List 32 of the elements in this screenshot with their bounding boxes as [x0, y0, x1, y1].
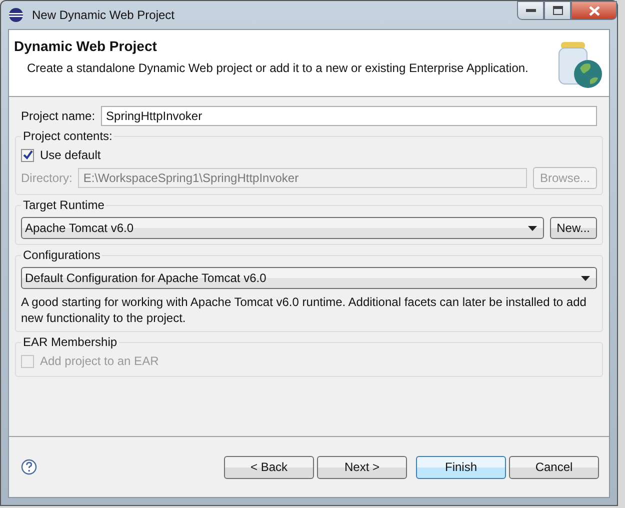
minimize-icon — [526, 8, 536, 12]
checkbox[interactable] — [21, 148, 34, 162]
wizard-button[interactable]: Cancel — [509, 456, 599, 478]
page-description: Create a standalone Dynamic Web project or add it to a new or existing Enterprise Application. — [27, 61, 528, 75]
maximize-button[interactable] — [544, 1, 571, 20]
group-title: Project contents: — [21, 129, 114, 143]
help-icon[interactable] — [21, 459, 37, 475]
checkbox-label: Add project to an EAR — [40, 354, 159, 368]
field-label: Directory: — [21, 171, 72, 185]
close-button[interactable] — [571, 1, 617, 20]
project-name-field[interactable]: SpringHttpInvoker — [101, 106, 597, 126]
wizard-button[interactable]: Finish — [416, 456, 506, 478]
new-runtime-button[interactable]: New... — [550, 217, 597, 239]
group-title: Configurations — [21, 248, 102, 262]
wizard-button[interactable]: < Back — [224, 456, 314, 478]
page-title: Dynamic Web Project — [14, 38, 158, 54]
group-title: Target Runtime — [21, 198, 106, 212]
close-icon — [588, 6, 600, 16]
runtime-dropdown[interactable]: Apache Tomcat v6.0 — [21, 217, 544, 239]
wizard-button[interactable]: Next > — [317, 456, 407, 478]
dropdown-arrow-icon — [581, 276, 590, 280]
group-title: EAR Membership — [21, 335, 120, 349]
checkbox-label: Use default — [40, 148, 101, 162]
dropdown-arrow-icon — [528, 226, 537, 230]
eclipse-icon — [8, 7, 24, 23]
configuration-description: A good starting for working with Apache Tomcat v6.0 runtime. Additional facets can later be installed to add new functionality to the project. — [21, 294, 588, 326]
field-label: Project name: — [21, 109, 96, 123]
window-title: New Dynamic Web Project — [32, 8, 174, 22]
configuration-dropdown[interactable]: Default Configuration for Apache Tomcat v6.0 — [21, 267, 597, 289]
minimize-button[interactable] — [517, 1, 544, 20]
maximize-icon — [552, 6, 562, 15]
jar-globe-icon — [556, 40, 604, 90]
